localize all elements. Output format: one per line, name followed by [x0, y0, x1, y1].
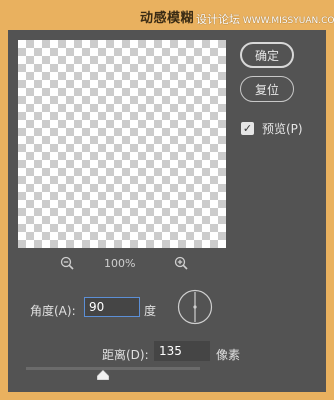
angle-label: 角度(A): — [30, 304, 76, 318]
distance-unit: 像素 — [216, 348, 241, 362]
dialog-body: 确定 复位 ✓ 预览(P) 100% 角度(A): 度 — [8, 30, 326, 392]
preview-canvas[interactable] — [18, 40, 226, 248]
title-bar[interactable]: 动感模糊 设计论坛 WWW.MISSYUAN.COM — [0, 0, 334, 30]
zoom-in-icon[interactable] — [174, 256, 188, 270]
distance-label: 距离(D): — [102, 348, 149, 362]
angle-input[interactable] — [84, 297, 140, 317]
dialog-title: 动感模糊 — [140, 11, 195, 26]
preview-checkbox-row[interactable]: ✓ 预览(P) — [241, 120, 303, 137]
watermark-cn: 设计论坛 — [196, 13, 240, 26]
watermark: 设计论坛 WWW.MISSYUAN.COM — [196, 11, 334, 27]
angle-unit: 度 — [144, 304, 157, 318]
distance-slider-track[interactable] — [26, 367, 200, 370]
motion-blur-dialog: 动感模糊 设计论坛 WWW.MISSYUAN.COM 确定 复位 ✓ 预览(P)… — [0, 0, 334, 400]
zoom-level: 100% — [104, 257, 136, 270]
preview-checkbox[interactable]: ✓ — [241, 122, 254, 135]
angle-dial[interactable] — [177, 289, 213, 325]
ok-button[interactable]: 确定 — [240, 42, 294, 68]
zoom-controls: 100% — [60, 256, 190, 274]
reset-button[interactable]: 复位 — [240, 76, 294, 102]
watermark-en: WWW.MISSYUAN.COM — [242, 16, 334, 26]
distance-input[interactable] — [154, 341, 210, 361]
zoom-out-icon[interactable] — [60, 256, 74, 270]
distance-slider-thumb[interactable] — [96, 370, 109, 380]
preview-checkbox-label[interactable]: 预览(P) — [262, 120, 303, 137]
